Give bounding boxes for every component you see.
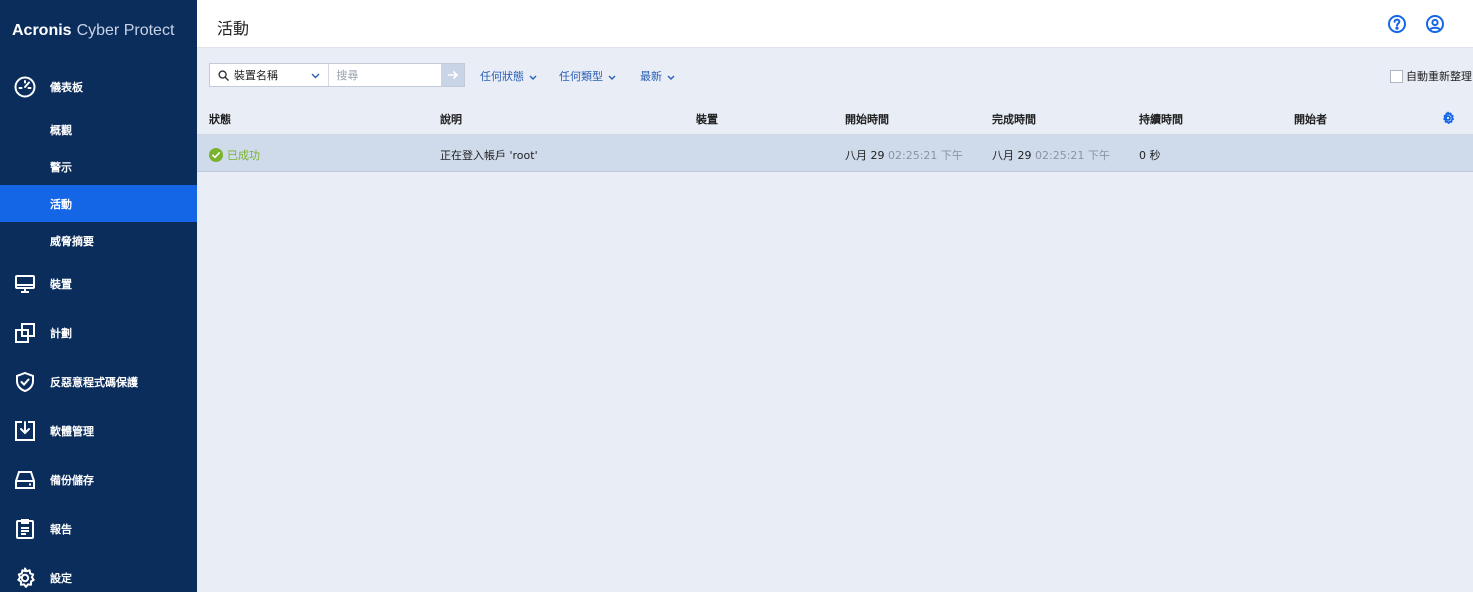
page-header: 活動 xyxy=(197,0,1473,48)
search-field-select[interactable]: 裝置名稱 xyxy=(210,64,330,86)
activities-table: 狀態 說明 裝置 開始時間 完成時間 持續時間 開始者 已成功 正在登入帳戶 '… xyxy=(197,100,1473,172)
sidebar-item-label: 備份儲存 xyxy=(50,473,94,487)
sidebar-item-backup-storage[interactable]: 備份儲存 xyxy=(0,455,197,504)
toolbar: 裝置名稱 任何狀態 任何類型 最新 自動重新整理 xyxy=(197,48,1473,100)
sidebar-item-threat-summary[interactable]: 威脅摘要 xyxy=(0,222,197,259)
column-header-started-by[interactable]: 開始者 xyxy=(1294,111,1327,127)
sidebar-item-label: 反惡意程式碼保護 xyxy=(50,375,138,389)
column-header-description[interactable]: 說明 xyxy=(440,111,462,127)
shield-check-icon xyxy=(12,369,38,395)
start-date: 八月 29 xyxy=(845,149,885,162)
chevron-down-icon xyxy=(311,69,320,82)
help-icon[interactable] xyxy=(1387,14,1407,34)
sidebar-item-alerts[interactable]: 警示 xyxy=(0,148,197,185)
auto-refresh-label: 自動重新整理 xyxy=(1406,70,1472,83)
end-time: 02:25:21 下午 xyxy=(1035,149,1110,162)
chevron-down-icon xyxy=(608,70,616,83)
start-time: 02:25:21 下午 xyxy=(888,149,963,162)
search-bar: 裝置名稱 xyxy=(209,63,465,87)
column-header-end-time[interactable]: 完成時間 xyxy=(992,111,1036,127)
sidebar-item-overview[interactable]: 概觀 xyxy=(0,111,197,148)
monitor-icon xyxy=(12,271,38,297)
settings-gear-icon xyxy=(12,565,38,591)
sidebar-item-plans[interactable]: 計劃 xyxy=(0,308,197,357)
filter-status-dropdown[interactable]: 任何狀態 xyxy=(480,68,537,84)
filter-sort-dropdown[interactable]: 最新 xyxy=(640,68,675,84)
end-time-cell: 八月 29 02:25:21 下午 xyxy=(992,147,1110,163)
sidebar-item-reports[interactable]: 報告 xyxy=(0,504,197,553)
backup-storage-icon xyxy=(12,467,38,493)
auto-refresh-checkbox[interactable] xyxy=(1390,69,1403,83)
software-management-icon xyxy=(12,418,38,444)
filter-sort-label: 最新 xyxy=(640,70,662,83)
column-settings-gear-icon[interactable] xyxy=(1441,110,1455,125)
table-header: 狀態 說明 裝置 開始時間 完成時間 持續時間 開始者 xyxy=(197,100,1473,135)
end-date: 八月 29 xyxy=(992,149,1032,162)
search-icon xyxy=(218,69,229,81)
filter-type-dropdown[interactable]: 任何類型 xyxy=(559,68,616,84)
chevron-down-icon xyxy=(529,70,537,83)
start-time-cell: 八月 29 02:25:21 下午 xyxy=(845,147,963,163)
sidebar-item-antimalware[interactable]: 反惡意程式碼保護 xyxy=(0,357,197,406)
brand-logo: Acronis Cyber Protect xyxy=(0,0,197,62)
search-field-label: 裝置名稱 xyxy=(234,69,278,82)
auto-refresh-option: 自動重新整理 xyxy=(1390,68,1472,84)
arrow-right-icon xyxy=(447,70,459,80)
column-header-device[interactable]: 裝置 xyxy=(696,111,718,127)
sidebar-item-software-management[interactable]: 軟體管理 xyxy=(0,406,197,455)
report-icon xyxy=(12,516,38,542)
column-header-duration[interactable]: 持續時間 xyxy=(1139,111,1183,127)
brand-name-secondary: Cyber Protect xyxy=(76,22,175,39)
sidebar-item-label: 軟體管理 xyxy=(50,424,94,438)
sidebar-item-activities[interactable]: 活動 xyxy=(0,185,197,222)
plans-icon xyxy=(12,320,38,346)
status-label: 已成功 xyxy=(227,149,260,162)
page-title: 活動 xyxy=(217,19,250,38)
filter-type-label: 任何類型 xyxy=(559,70,603,83)
column-header-status[interactable]: 狀態 xyxy=(209,111,231,127)
sidebar: Acronis Cyber Protect 儀表板 概觀 警示 活動 威脅摘要 … xyxy=(0,0,197,592)
description-cell: 正在登入帳戶 'root' xyxy=(440,149,538,162)
chevron-down-icon xyxy=(667,70,675,83)
sidebar-item-label: 報告 xyxy=(50,522,72,536)
sidebar-item-devices[interactable]: 裝置 xyxy=(0,259,197,308)
sidebar-item-label: 儀表板 xyxy=(50,80,83,94)
brand-name-primary: Acronis xyxy=(12,22,72,39)
table-row[interactable]: 已成功 正在登入帳戶 'root' 八月 29 02:25:21 下午 八月 2… xyxy=(197,135,1473,172)
sidebar-item-label: 設定 xyxy=(50,571,72,585)
dashboard-gauge-icon xyxy=(12,74,38,100)
filter-status-label: 任何狀態 xyxy=(480,70,524,83)
search-submit-button[interactable] xyxy=(441,64,464,86)
column-header-start-time[interactable]: 開始時間 xyxy=(845,111,889,127)
sidebar-item-settings[interactable]: 設定 xyxy=(0,553,197,592)
success-check-icon xyxy=(209,148,223,162)
search-input[interactable] xyxy=(329,64,442,86)
sidebar-item-dashboard[interactable]: 儀表板 xyxy=(0,62,197,111)
duration-cell: 0 秒 xyxy=(1139,149,1161,162)
status-cell: 已成功 xyxy=(209,147,260,163)
sidebar-item-label: 裝置 xyxy=(50,277,72,291)
sidebar-item-label: 計劃 xyxy=(50,326,72,340)
account-icon[interactable] xyxy=(1425,14,1445,34)
